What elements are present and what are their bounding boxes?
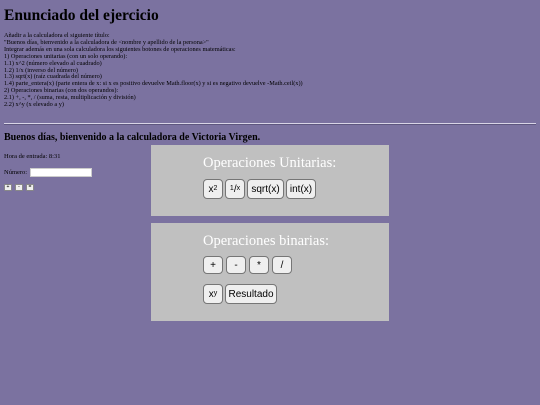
- number-row: Número:: [4, 168, 93, 177]
- mini-plus-button[interactable]: +: [4, 184, 12, 191]
- mini-button-group: + - =: [4, 184, 34, 191]
- power-button[interactable]: xy: [203, 284, 223, 304]
- number-label: Número:: [4, 169, 28, 176]
- power-base: x: [208, 288, 214, 300]
- square-base: x: [208, 183, 214, 195]
- exercise-instructions: Añadir a la calculadora el siguiente tít…: [4, 32, 303, 109]
- binary-operator-row: + - * /: [203, 256, 292, 274]
- divider: [4, 123, 536, 125]
- mini-equals-button[interactable]: =: [26, 184, 34, 191]
- result-button[interactable]: Resultado: [225, 284, 277, 304]
- sqrt-button[interactable]: sqrt(x): [247, 179, 284, 199]
- divide-button[interactable]: /: [272, 256, 292, 274]
- mini-minus-button[interactable]: -: [15, 184, 23, 191]
- page-title: Enunciado del ejercicio: [4, 7, 159, 24]
- unary-operations-panel: Operaciones Unitarias: x2 1/x sqrt(x) in…: [151, 145, 389, 216]
- add-button[interactable]: +: [203, 256, 223, 274]
- entry-time: Hora de entrada: 8:31: [4, 153, 61, 160]
- binary-panel-title: Operaciones binarias:: [203, 233, 330, 249]
- subtract-button[interactable]: -: [226, 256, 246, 274]
- inverse-button[interactable]: 1/x: [225, 179, 245, 199]
- multiply-button[interactable]: *: [249, 256, 269, 274]
- greeting-title: Buenos días, bienvenido a la calculadora…: [4, 132, 261, 143]
- instruction-line: 2.2) x^y (x elevado a y): [4, 101, 64, 109]
- int-button[interactable]: int(x): [286, 179, 316, 199]
- unary-panel-title: Operaciones Unitarias:: [203, 155, 337, 171]
- unary-button-row: x2 1/x sqrt(x) int(x): [203, 179, 316, 199]
- binary-operations-panel: Operaciones binarias: + - * / xy Resulta…: [151, 223, 389, 321]
- binary-extra-row: xy Resultado: [203, 284, 277, 304]
- number-input[interactable]: [30, 168, 93, 177]
- square-button[interactable]: x2: [203, 179, 223, 199]
